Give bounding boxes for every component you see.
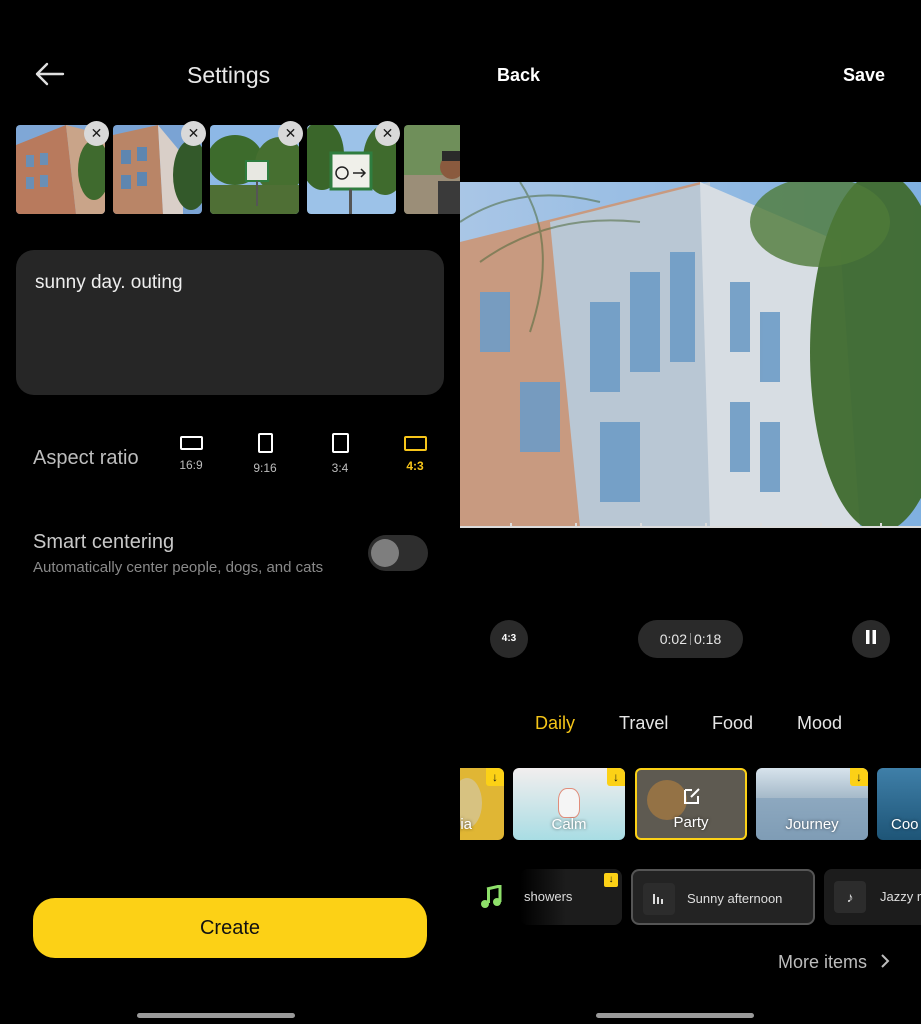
playback-time: 0:02 0:18 — [638, 620, 743, 658]
current-time: 0:02 — [659, 631, 687, 647]
aspect-ratio-badge[interactable]: 4:3 — [490, 620, 528, 658]
music-note-icon: ♪ — [834, 881, 866, 913]
more-items-link[interactable]: More items — [778, 952, 892, 973]
landscape-frame-icon — [179, 436, 203, 450]
settings-screen: Settings ✕ ✕ ✕ ✕ sunny day. outing Aspec… — [0, 0, 460, 1024]
style-name: Calm — [551, 816, 587, 833]
aspect-option-label: 3:4 — [331, 461, 349, 475]
music-name: Sunny afternoon — [687, 891, 783, 906]
editor-screen: Back Save 4:3 0:02 0:18 Daily Travel Foo… — [460, 0, 921, 1024]
portrait-frame-icon — [257, 433, 273, 453]
category-tab-mood[interactable]: Mood — [797, 713, 842, 734]
remove-photo-button[interactable]: ✕ — [375, 121, 400, 146]
music-name: Jazzy r — [880, 889, 921, 904]
style-name: Journey — [785, 816, 839, 833]
category-tab-daily[interactable]: Daily — [535, 713, 575, 734]
thumbnail-image — [404, 125, 460, 214]
caption-input[interactable]: sunny day. outing — [16, 250, 444, 395]
edit-icon — [684, 788, 700, 804]
style-card[interactable]: Calm ↓ — [513, 768, 625, 840]
save-button[interactable]: Save — [843, 65, 885, 86]
smart-centering-description: Automatically center people, dogs, and c… — [33, 559, 324, 576]
aspect-option-label: 9:16 — [253, 461, 277, 475]
remove-photo-button[interactable]: ✕ — [84, 121, 109, 146]
home-indicator[interactable] — [596, 1013, 754, 1018]
pause-icon — [866, 630, 876, 644]
toggle-knob — [371, 539, 399, 567]
music-item[interactable]: ♪ Jazzy r — [824, 869, 921, 925]
back-button[interactable]: Back — [497, 65, 540, 86]
aspect-option-16-9[interactable]: 16:9 — [166, 432, 216, 472]
equalizer-icon — [643, 883, 675, 915]
chevron-right-icon — [881, 954, 890, 968]
back-arrow-icon[interactable] — [33, 60, 65, 88]
style-name: Party — [673, 814, 709, 831]
download-icon: ↓ — [604, 873, 618, 887]
style-card[interactable]: Coo — [877, 768, 921, 840]
more-items-label: More items — [778, 952, 868, 972]
smart-centering-toggle[interactable] — [368, 535, 428, 571]
video-preview[interactable] — [460, 182, 921, 527]
category-tab-food[interactable]: Food — [712, 713, 753, 734]
music-item-selected[interactable]: Sunny afternoon — [631, 869, 815, 925]
portrait-frame-icon — [331, 433, 349, 453]
landscape-frame-icon — [403, 436, 427, 451]
pause-button[interactable] — [852, 620, 890, 658]
remove-photo-button[interactable]: ✕ — [278, 121, 303, 146]
style-name: gia — [460, 816, 473, 833]
download-icon: ↓ — [607, 768, 625, 786]
remove-photo-button[interactable]: ✕ — [181, 121, 206, 146]
style-card[interactable]: gia ↓ — [460, 768, 504, 840]
style-card[interactable]: Journey ↓ — [756, 768, 868, 840]
aspect-option-label: 4:3 — [406, 459, 424, 473]
create-button[interactable]: Create — [33, 898, 427, 958]
home-indicator[interactable] — [137, 1013, 295, 1018]
style-name: Coo — [891, 816, 919, 833]
music-item[interactable]: showers ↓ — [520, 869, 622, 925]
aspect-option-9-16[interactable]: 9:16 — [240, 432, 290, 475]
download-icon: ↓ — [486, 768, 504, 786]
aspect-option-4-3[interactable]: 4:3 — [390, 432, 440, 473]
music-note-icon — [481, 885, 502, 908]
caption-text: sunny day. outing — [35, 272, 183, 293]
video-frame — [460, 182, 921, 527]
aspect-option-label: 16:9 — [179, 458, 203, 472]
thumbnail[interactable] — [404, 125, 460, 214]
style-card-selected[interactable]: Party — [635, 768, 747, 840]
download-icon: ↓ — [850, 768, 868, 786]
aspect-ratio-label: Aspect ratio — [33, 447, 139, 469]
category-tab-travel[interactable]: Travel — [619, 713, 668, 734]
page-title: Settings — [187, 62, 271, 88]
aspect-option-3-4[interactable]: 3:4 — [315, 432, 365, 475]
music-name: showers — [524, 889, 573, 904]
timeline-scrubber[interactable] — [460, 523, 921, 528]
smart-centering-title: Smart centering — [33, 531, 175, 553]
total-time: 0:18 — [694, 631, 722, 647]
